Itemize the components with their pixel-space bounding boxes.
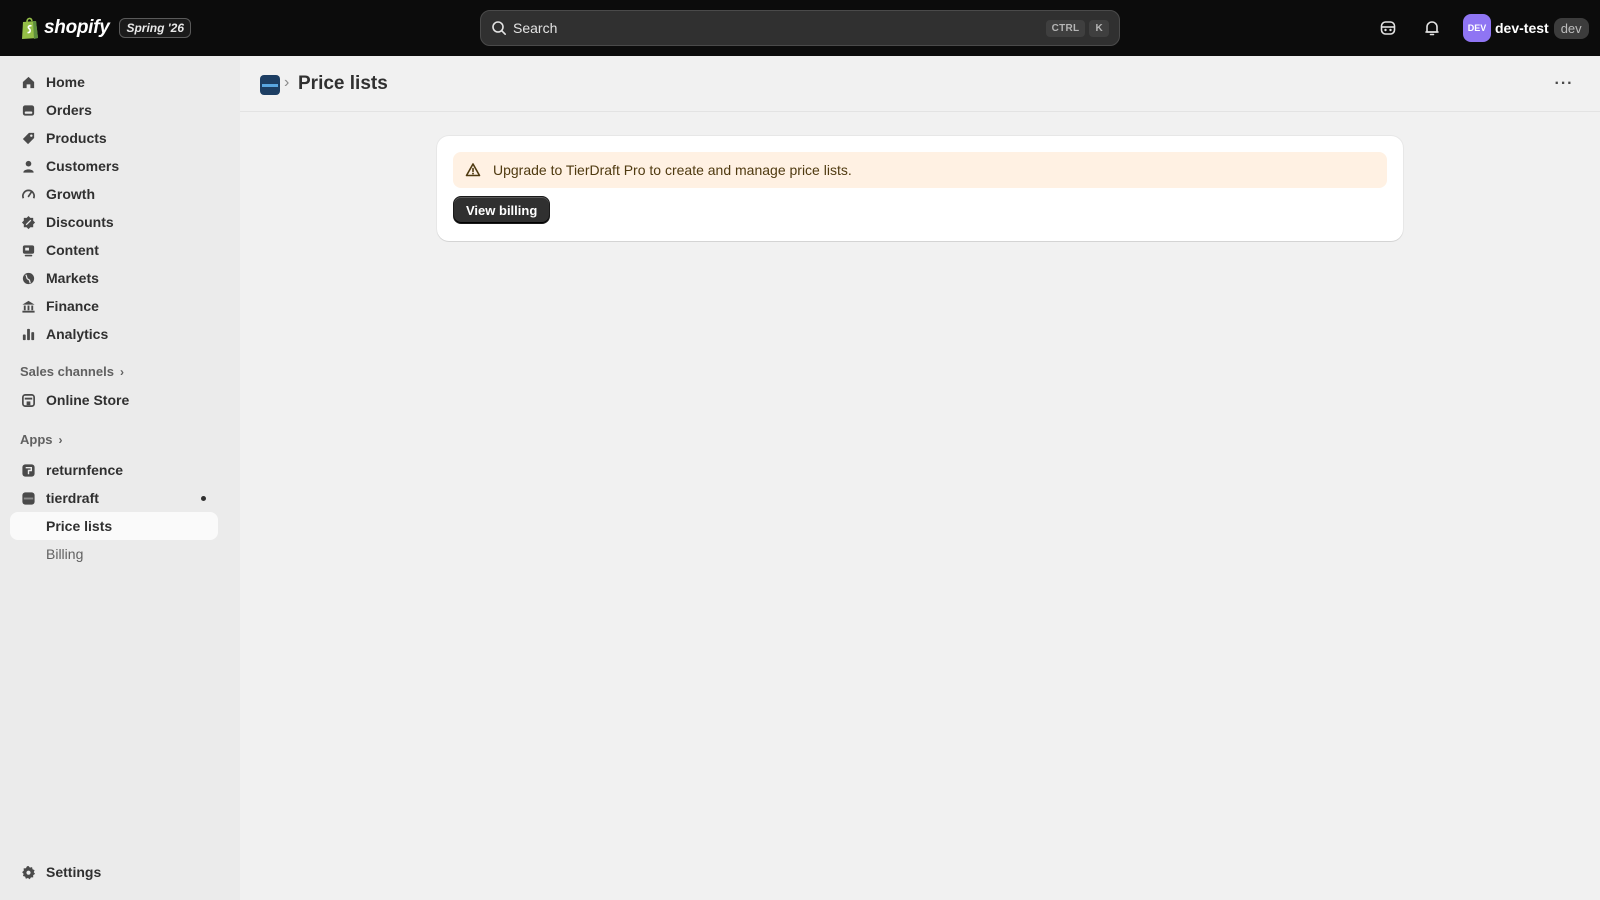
sidebar-item-settings[interactable]: Settings bbox=[10, 858, 218, 886]
sales-channels-header[interactable]: Sales channels › bbox=[20, 364, 124, 379]
ellipsis-icon: ··· bbox=[1554, 75, 1574, 92]
warning-icon bbox=[465, 163, 481, 177]
sidebar-item-label: Billing bbox=[46, 546, 84, 562]
section-label: Apps bbox=[20, 432, 53, 447]
person-icon bbox=[20, 158, 36, 174]
sidebar-item-content[interactable]: Content bbox=[10, 236, 218, 264]
sidebar-item-label: Price lists bbox=[46, 518, 113, 534]
view-billing-button[interactable]: View billing bbox=[453, 196, 551, 224]
page-header: › Price lists ··· bbox=[240, 56, 1600, 112]
main-content: › Price lists ··· Upgrade to TierDraft P… bbox=[240, 56, 1600, 900]
sidebar-item-billing[interactable]: Billing bbox=[10, 540, 218, 568]
notifications-button[interactable] bbox=[1420, 16, 1444, 40]
avatar: DEV bbox=[1463, 14, 1491, 42]
sidebar-item-label: Finance bbox=[46, 298, 99, 314]
app-pin-dot bbox=[201, 495, 206, 501]
support-icon bbox=[1380, 21, 1396, 35]
search-icon bbox=[492, 21, 506, 35]
sidebar-item-label: Analytics bbox=[46, 326, 109, 342]
sidebar-item-label: Markets bbox=[46, 270, 99, 286]
top-bar: shopify Spring '26 Search CTRL K DEV dev… bbox=[0, 0, 1600, 56]
returnfence-app-icon bbox=[20, 462, 36, 478]
globe-icon bbox=[20, 270, 36, 286]
upgrade-card: Upgrade to TierDraft Pro to create and m… bbox=[437, 136, 1403, 241]
sidebar-item-online-store[interactable]: Online Store bbox=[10, 386, 218, 414]
sidebar-item-label: Settings bbox=[46, 864, 102, 880]
sidebar: Home Orders Products Customers Growth Di… bbox=[0, 56, 240, 900]
tierdraft-app-icon bbox=[20, 490, 36, 506]
support-button[interactable] bbox=[1376, 16, 1400, 40]
gear-icon bbox=[20, 864, 36, 880]
bar-chart-icon bbox=[20, 326, 36, 342]
sidebar-item-discounts[interactable]: Discounts bbox=[10, 208, 218, 236]
sidebar-item-label: Home bbox=[46, 74, 85, 90]
apps-header[interactable]: Apps › bbox=[20, 432, 63, 447]
sidebar-item-customers[interactable]: Customers bbox=[10, 152, 218, 180]
sidebar-item-label: Online Store bbox=[46, 392, 130, 408]
store-tag: dev bbox=[1553, 17, 1589, 39]
account-name: dev-test bbox=[1495, 20, 1549, 36]
home-icon bbox=[20, 74, 36, 90]
chevron-right-icon: › bbox=[119, 364, 124, 379]
sidebar-item-analytics[interactable]: Analytics bbox=[10, 320, 218, 348]
tierdraft-app-icon[interactable] bbox=[260, 75, 280, 95]
sidebar-item-label: Customers bbox=[46, 158, 120, 174]
sidebar-item-label: Growth bbox=[46, 186, 95, 202]
section-label: Sales channels bbox=[20, 364, 114, 379]
sidebar-item-label: returnfence bbox=[46, 462, 124, 478]
search-bar[interactable]: Search CTRL K bbox=[480, 10, 1120, 46]
sidebar-item-label: Products bbox=[46, 130, 107, 146]
sidebar-item-growth[interactable]: Growth bbox=[10, 180, 218, 208]
tag-icon bbox=[20, 130, 36, 146]
shopify-bag-icon bbox=[22, 17, 38, 39]
sidebar-item-label: Content bbox=[46, 242, 99, 258]
sidebar-item-products[interactable]: Products bbox=[10, 124, 218, 152]
orders-icon bbox=[20, 102, 36, 118]
gauge-icon bbox=[20, 186, 36, 202]
warning-banner: Upgrade to TierDraft Pro to create and m… bbox=[453, 152, 1387, 188]
bank-icon bbox=[20, 298, 36, 314]
account-menu[interactable]: DEV dev-test dev bbox=[1463, 14, 1589, 42]
sidebar-item-label: Orders bbox=[46, 102, 92, 118]
release-badge: Spring '26 bbox=[119, 18, 192, 38]
page-title: Price lists bbox=[298, 73, 388, 94]
brand-wordmark: shopify bbox=[44, 17, 110, 38]
chevron-right-icon: › bbox=[58, 432, 63, 447]
sidebar-item-home[interactable]: Home bbox=[10, 68, 218, 96]
discount-icon bbox=[20, 214, 36, 230]
store-icon bbox=[20, 392, 36, 408]
banner-message: Upgrade to TierDraft Pro to create and m… bbox=[493, 162, 852, 178]
sidebar-item-price-lists[interactable]: Price lists bbox=[10, 512, 218, 540]
breadcrumb-chevron-icon: › bbox=[284, 74, 290, 91]
shortcut-key-k: K bbox=[1089, 19, 1109, 37]
sidebar-item-label: tierdraft bbox=[46, 490, 99, 506]
shortcut-key-ctrl: CTRL bbox=[1045, 19, 1086, 37]
sidebar-item-markets[interactable]: Markets bbox=[10, 264, 218, 292]
sidebar-item-tierdraft[interactable]: tierdraft bbox=[10, 484, 218, 512]
sidebar-item-orders[interactable]: Orders bbox=[10, 96, 218, 124]
shopify-logo[interactable]: shopify Spring '26 bbox=[20, 14, 192, 42]
sidebar-item-returnfence[interactable]: returnfence bbox=[10, 456, 218, 484]
bell-icon bbox=[1425, 21, 1439, 36]
more-actions-button[interactable]: ··· bbox=[1550, 72, 1578, 96]
sidebar-item-finance[interactable]: Finance bbox=[10, 292, 218, 320]
sidebar-item-label: Discounts bbox=[46, 214, 114, 230]
content-icon bbox=[20, 242, 36, 258]
search-input[interactable]: Search bbox=[513, 20, 1042, 36]
